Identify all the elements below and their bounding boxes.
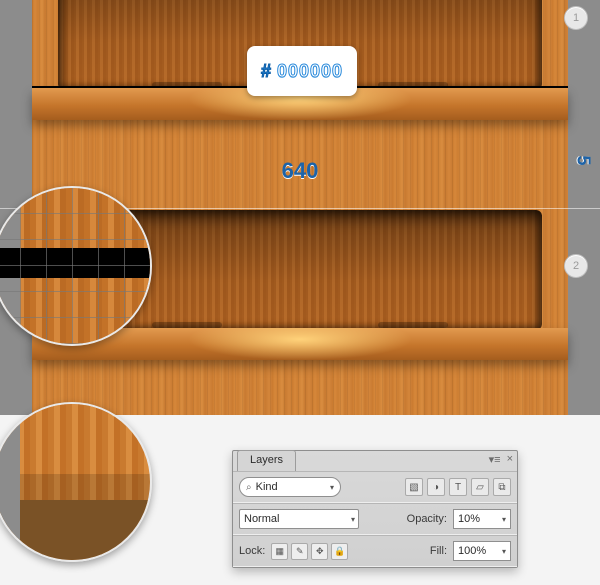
- magnifier-top: [0, 186, 152, 346]
- panel-close-icon[interactable]: ×: [507, 453, 513, 466]
- filter-icon-group: ▧ ◑ T ▱ ⧉: [405, 478, 511, 496]
- filter-smart-icon[interactable]: ⧉: [493, 478, 511, 496]
- blend-mode-dropdown[interactable]: Normal ▾: [239, 509, 359, 529]
- blend-mode-value: Normal: [244, 513, 279, 525]
- color-swatch-tooltip: # 000000: [247, 46, 357, 96]
- height-annotation: 5: [572, 155, 593, 165]
- filter-type-icon[interactable]: T: [449, 478, 467, 496]
- fill-value: 100%: [458, 545, 486, 557]
- filter-type-label: Kind: [256, 481, 278, 493]
- step-badge-2: 2: [564, 254, 588, 278]
- lock-label: Lock:: [239, 545, 265, 557]
- magnifier-view: [0, 188, 150, 344]
- fill-field[interactable]: 100% ▾: [453, 541, 511, 561]
- chevron-down-icon: ▾: [502, 547, 506, 556]
- magnifier-bottom: [0, 402, 152, 562]
- search-icon: ⌕: [246, 482, 252, 493]
- panel-flyout-icon[interactable]: ▾≡: [489, 453, 501, 466]
- lock-transparent-icon[interactable]: ▦: [271, 543, 288, 560]
- lock-all-icon[interactable]: 🔒: [331, 543, 348, 560]
- filter-pixel-icon[interactable]: ▧: [405, 478, 423, 496]
- layers-panel: Layers ▾≡ × ⌕ Kind ▾ ▧ ◑ T ▱ ⧉ Normal: [232, 450, 518, 568]
- lock-move-icon[interactable]: ✥: [311, 543, 328, 560]
- filter-adjust-icon[interactable]: ◑: [427, 478, 445, 496]
- opacity-field[interactable]: 10% ▾: [453, 509, 511, 529]
- step-badge-1: 1: [564, 6, 588, 30]
- tutorial-figure: # 000000 640 5 1 2 Layers ▾≡ × ⌕ Kind ▾ …: [0, 0, 600, 580]
- lock-paint-icon[interactable]: ✎: [291, 543, 308, 560]
- magnifier-view: [0, 404, 150, 560]
- opacity-label: Opacity:: [407, 513, 447, 525]
- hex-value: 000000: [277, 61, 343, 82]
- filter-row: ⌕ Kind ▾ ▧ ◑ T ▱ ⧉: [233, 471, 517, 503]
- blend-row: Normal ▾ Opacity: 10% ▾: [233, 503, 517, 535]
- filter-shape-icon[interactable]: ▱: [471, 478, 489, 496]
- chevron-down-icon: ▾: [330, 483, 334, 492]
- panel-titlebar: Layers ▾≡ ×: [233, 451, 517, 471]
- chevron-down-icon: ▾: [502, 515, 506, 524]
- lock-row: Lock: ▦ ✎ ✥ 🔒 Fill: 100% ▾: [233, 535, 517, 567]
- filter-type-dropdown[interactable]: ⌕ Kind ▾: [239, 477, 341, 497]
- fill-label: Fill:: [430, 545, 447, 557]
- opacity-value: 10%: [458, 513, 480, 525]
- width-annotation: 640: [0, 158, 600, 184]
- chevron-down-icon: ▾: [351, 515, 355, 524]
- lock-icon-group: ▦ ✎ ✥ 🔒: [271, 543, 348, 560]
- layers-tab[interactable]: Layers: [237, 450, 296, 471]
- hash-symbol: #: [261, 61, 271, 82]
